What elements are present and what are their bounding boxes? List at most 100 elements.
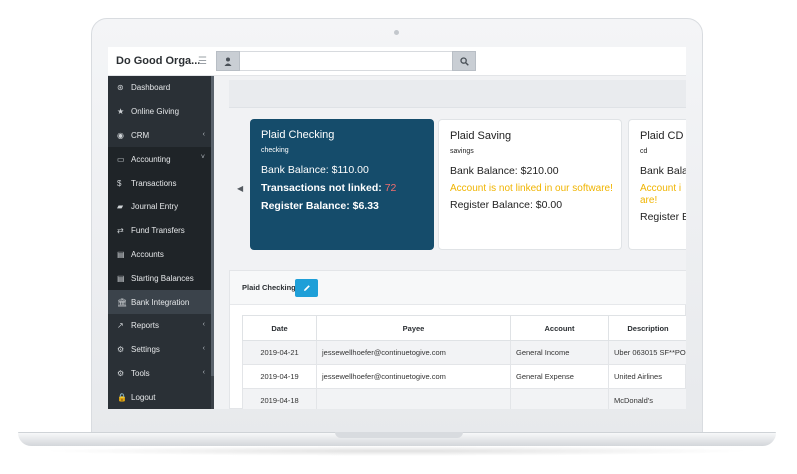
sidebar-item-label: Reports [131, 321, 160, 331]
sidebar-item-label: CRM [131, 130, 150, 140]
search-icon [459, 56, 469, 66]
bank-balance-line: Bank Balance: $210.00 [450, 165, 610, 177]
sidebar-item-crm[interactable]: ◉ CRM ‹ [108, 124, 214, 148]
register-balance-line: Register Balance: $0.00 [450, 199, 610, 211]
dashboard-icon: ⊛ [117, 83, 124, 93]
sidebar: ⊛ Dashboard ★ Online Giving ◉ CRM ‹ ▭ Accounting… [108, 76, 214, 409]
sidebar-item-online-giving[interactable]: ★ Online Giving [108, 100, 214, 124]
cogs-icon: ⚙ [117, 345, 125, 355]
bank-balance-value: $110.00 [331, 164, 369, 176]
sidebar-item-label: Transactions [131, 178, 177, 188]
list-icon: ▤ [117, 273, 125, 283]
top-bar: Do Good Orga... ☰ [108, 47, 686, 76]
bank-balance-label: Bank Bala [640, 165, 686, 177]
table-row[interactable]: 2019-04-18 McDonald's [242, 388, 686, 409]
sidebar-item-label: Logout [131, 392, 156, 402]
table-row[interactable]: 2019-04-21 jessewellhoefer@continuetogiv… [242, 340, 686, 365]
chevron-icon: ˅ [200, 154, 205, 162]
column-header-payee[interactable]: Payee [316, 315, 511, 341]
cogs-icon: ⚙ [117, 368, 125, 378]
book-icon: ▰ [117, 202, 124, 212]
register-balance-label: Register B [640, 211, 686, 223]
sidebar-item-accounting[interactable]: ▭ Accounting ˅ [108, 147, 214, 172]
sidebar-item-dashboard[interactable]: ⊛ Dashboard [108, 76, 214, 100]
app-screen: Do Good Orga... ☰ ⊛ Dashboard ★ Online Givi… [108, 47, 686, 409]
pencil-icon [303, 285, 310, 291]
column-header-account[interactable]: Account [510, 315, 609, 341]
sidebar-item-settings[interactable]: ⚙ Settings ‹ [108, 338, 214, 362]
register-balance-value: $6.33 [352, 200, 379, 212]
row-description: McDonald's [608, 388, 686, 409]
row-payee: jessewellhoefer@continuetogive.com [316, 340, 511, 365]
edit-button[interactable] [295, 279, 318, 297]
search-button[interactable] [452, 51, 476, 71]
search-input[interactable] [240, 51, 452, 71]
row-account [510, 388, 609, 409]
sidebar-item-bank-integration[interactable]: 🏛 Bank Integration [108, 290, 214, 314]
sidebar-item-label: Accounts [131, 249, 164, 259]
account-type: cd [640, 148, 648, 155]
main-content: ◀ Plaid Checking checking Bank Balance: … [214, 76, 686, 409]
sidebar-item-label: Tools [131, 368, 150, 378]
row-payee: jessewellhoefer@continuetogive.com [316, 364, 511, 389]
panel-header: Plaid Checking [230, 271, 686, 305]
not-linked-warning: Account is not linked in our software! [450, 183, 613, 194]
content-header-bar [229, 80, 686, 108]
bank-icon: 🏛 [117, 297, 128, 307]
register-balance-line: Register Balance: $6.33 [261, 200, 423, 212]
row-date: 2019-04-19 [242, 364, 317, 389]
not-linked-warning: Account i are! [640, 183, 682, 206]
panel-title: Plaid Checking [242, 283, 296, 292]
transactions-panel: Plaid Checking Date Payee Account Descri… [229, 270, 686, 409]
account-card-plaid-saving[interactable]: Plaid Saving savings Bank Balance: $210.… [438, 119, 622, 250]
line-chart-icon: ↗ [117, 321, 124, 331]
list-icon: ▤ [117, 249, 125, 259]
not-linked-line: Transactions not linked: 72 [261, 182, 423, 194]
account-title: Plaid Checking [261, 129, 335, 141]
laptop-notch [335, 432, 463, 438]
row-payee [316, 388, 511, 409]
lock-icon: 🔒 [117, 392, 127, 402]
sidebar-item-tools[interactable]: ⚙ Tools ‹ [108, 362, 214, 386]
sidebar-item-accounts[interactable]: ▤ Accounts [108, 242, 214, 267]
user-icon [224, 57, 232, 66]
chevron-icon: ‹ [202, 130, 205, 138]
row-date: 2019-04-21 [242, 340, 317, 365]
row-account: General Income [510, 340, 609, 365]
table-row[interactable]: 2019-04-19 jessewellhoefer@continuetogiv… [242, 364, 686, 389]
laptop-shadow [40, 446, 754, 456]
sidebar-item-label: Dashboard [131, 83, 171, 93]
chevron-icon: ‹ [202, 344, 205, 352]
sidebar-item-transactions[interactable]: $ Transactions [108, 171, 214, 195]
row-description: United Airlines [608, 364, 686, 389]
menu-toggle-icon[interactable]: ☰ [198, 56, 207, 67]
dollar-icon: $ [117, 178, 122, 188]
row-account: General Expense [510, 364, 609, 389]
sidebar-item-logout[interactable]: 🔒 Logout [108, 385, 214, 409]
sidebar-item-label: Fund Transfers [131, 226, 185, 236]
account-type: savings [450, 148, 474, 155]
credit-card-icon: ▭ [117, 154, 125, 164]
camera-dot [394, 30, 399, 35]
sidebar-item-label: Bank Integration [131, 297, 190, 307]
column-header-description[interactable]: Description [608, 315, 686, 341]
sidebar-item-reports[interactable]: ↗ Reports ‹ [108, 314, 214, 338]
column-header-date[interactable]: Date [242, 315, 317, 341]
account-title: Plaid CD [640, 130, 684, 142]
bank-balance-value: $210.00 [520, 165, 559, 177]
sidebar-item-label: Starting Balances [131, 273, 194, 283]
account-card-plaid-cd[interactable]: Plaid CD cd Bank Bala Account i are! Reg… [628, 119, 686, 250]
chevron-icon: ‹ [202, 320, 205, 328]
bank-balance-label: Bank Balance: [261, 164, 332, 176]
user-button[interactable] [216, 51, 240, 71]
carousel-prev-icon[interactable]: ◀ [237, 184, 243, 193]
transactions-table: Date Payee Account Description 2019-04-2… [242, 315, 686, 409]
user-circle-icon: ◉ [117, 130, 124, 140]
account-card-plaid-checking[interactable]: Plaid Checking checking Bank Balance: $1… [250, 119, 434, 250]
row-description: Uber 063015 SF**PO [608, 340, 686, 365]
sidebar-item-journal-entry[interactable]: ▰ Journal Entry [108, 194, 214, 219]
not-linked-count: 72 [384, 182, 397, 194]
exchange-icon: ⇄ [117, 226, 124, 236]
sidebar-item-fund-transfers[interactable]: ⇄ Fund Transfers [108, 218, 214, 243]
sidebar-item-starting-balances[interactable]: ▤ Starting Balances [108, 266, 214, 291]
